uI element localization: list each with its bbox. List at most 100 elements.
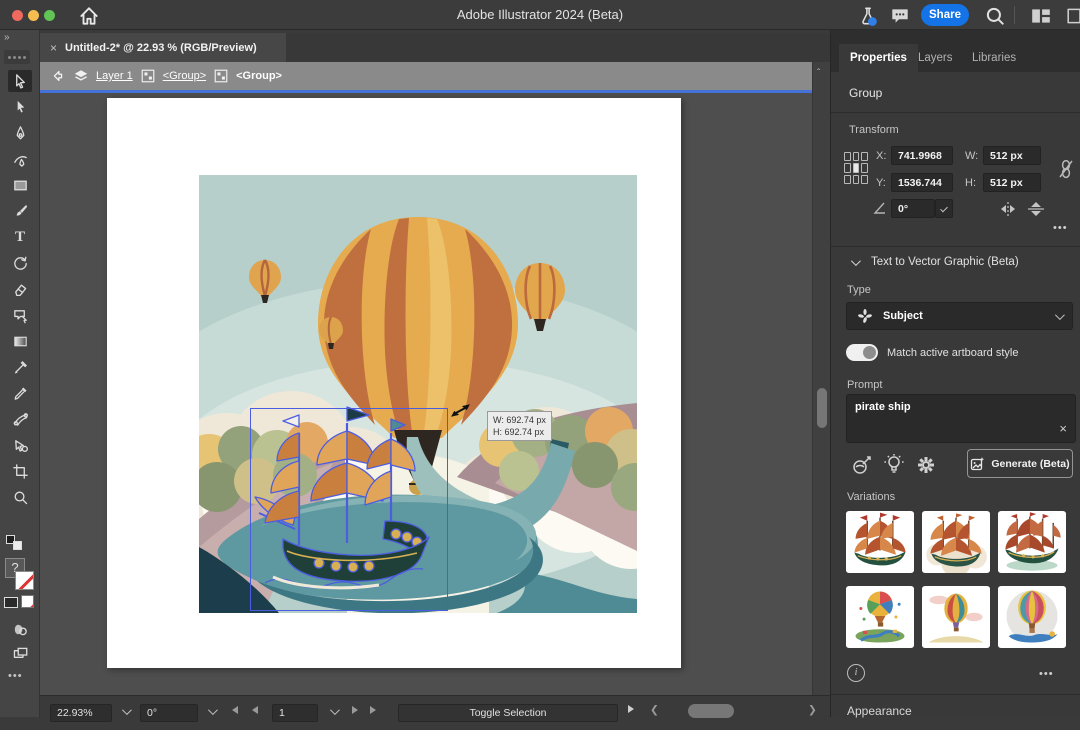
eyedropper-tool[interactable] — [8, 382, 32, 404]
generate-button[interactable]: Generate (Beta) — [967, 449, 1073, 478]
expand-panels-button[interactable]: » — [4, 32, 11, 43]
status-display-field[interactable]: Toggle Selection — [398, 704, 618, 722]
hot-air-balloon-variation-3[interactable] — [998, 586, 1066, 648]
edit-toolbar-button[interactable]: ••• — [8, 670, 23, 682]
last-artboard-button[interactable] — [370, 706, 376, 717]
artboard-tool[interactable] — [8, 460, 32, 482]
unlink-icon[interactable] — [1057, 158, 1075, 185]
pen-tool[interactable] — [8, 122, 32, 144]
status-bar: 22.93% 0° 1 Toggle Selection ❮ ❯ — [40, 695, 830, 730]
vertical-scrollbar[interactable]: ˆ — [812, 62, 830, 695]
panel-toggle-icon[interactable] — [1066, 5, 1080, 25]
breadcrumb-layer[interactable]: Layer 1 — [96, 70, 133, 82]
stroke-color-swatch-none[interactable] — [15, 571, 34, 590]
y-input[interactable]: 1536.744 — [891, 173, 953, 192]
none-color-button[interactable] — [21, 595, 34, 608]
transform-more-options[interactable]: ••• — [1053, 222, 1068, 234]
panel-tabs: Properties Layers Libraries — [831, 30, 1080, 72]
direct-selection-tool[interactable] — [8, 96, 32, 118]
artboard-number-field[interactable]: 1 — [272, 704, 318, 722]
sparkle-icon — [857, 308, 873, 324]
paintbrush-tool[interactable] — [8, 200, 32, 222]
zoom-tool[interactable] — [8, 486, 32, 508]
scroll-up-arrow[interactable]: ˆ — [817, 68, 820, 79]
toolbar-grip[interactable] — [4, 50, 30, 64]
zoom-dropdown-icon[interactable] — [122, 705, 132, 715]
reference-point-grid[interactable] — [844, 152, 868, 184]
curvature-tool[interactable] — [8, 148, 32, 170]
horizontal-scrollbar-thumb[interactable] — [688, 704, 734, 718]
flip-vertical-icon[interactable] — [1027, 201, 1045, 222]
style-picker-icon[interactable] — [849, 454, 873, 481]
canvas[interactable]: Layer 1 <Group> <Group> — [40, 62, 812, 695]
zoom-level-field[interactable]: 22.93% — [50, 704, 112, 722]
rotation-field[interactable]: 0° — [140, 704, 198, 722]
size-tooltip-height: H: 692.74 px — [493, 426, 546, 438]
pirate-ship-variation-2[interactable] — [922, 511, 990, 573]
flip-horizontal-icon[interactable] — [999, 201, 1017, 222]
status-menu-arrow[interactable] — [628, 705, 634, 716]
type-dropdown-chevron — [1055, 310, 1065, 320]
workspace-icon[interactable] — [1030, 5, 1052, 25]
previous-artboard-button[interactable] — [252, 706, 258, 717]
rotation-input[interactable]: 0° — [891, 199, 935, 218]
comments-icon[interactable] — [889, 5, 911, 25]
back-arrow-icon[interactable] — [50, 68, 66, 84]
gradient-tool[interactable] — [8, 330, 32, 352]
scroll-left-arrow[interactable]: ❮ — [650, 704, 659, 716]
document-tab-bar: × Untitled-2* @ 22.93 % (RGB/Preview) — [40, 33, 830, 62]
screen-mode-icon[interactable] — [8, 642, 32, 664]
type-tool[interactable]: T — [8, 226, 32, 248]
close-tab-icon[interactable]: × — [50, 41, 57, 55]
vertical-scrollbar-thumb[interactable] — [817, 388, 827, 428]
share-button[interactable]: Share — [921, 4, 969, 26]
lightbulb-icon[interactable] — [883, 453, 905, 482]
width-input[interactable]: 512 px — [983, 146, 1041, 165]
selection-bounding-box[interactable] — [250, 408, 448, 611]
rotation-dropdown-icon[interactable] — [208, 705, 218, 715]
section-collapse-icon[interactable] — [851, 256, 861, 266]
first-artboard-button[interactable] — [232, 706, 238, 717]
rotation-dropdown[interactable] — [935, 199, 953, 218]
eraser-tool[interactable] — [8, 278, 32, 300]
clear-prompt-icon[interactable]: × — [1059, 421, 1067, 436]
breadcrumb: Layer 1 <Group> <Group> — [40, 62, 812, 90]
transform-section-label: Transform — [849, 124, 899, 136]
variations-more-options[interactable]: ••• — [1039, 668, 1054, 680]
type-dropdown[interactable]: Subject — [846, 302, 1073, 330]
beta-flask-icon[interactable] — [857, 5, 879, 25]
properties-panel: Properties Layers Libraries Group Transf… — [830, 30, 1080, 717]
tools-panel: » T ? ••• — [0, 30, 40, 717]
prompt-input[interactable]: pirate ship × — [846, 394, 1076, 443]
shaper-tool[interactable] — [8, 304, 32, 326]
drawing-modes-icon[interactable] — [8, 618, 32, 640]
x-input[interactable]: 741.9968 — [891, 146, 953, 165]
info-icon[interactable]: i — [847, 664, 865, 682]
hot-air-balloon-variation-2[interactable] — [922, 586, 990, 648]
text-to-vector-title[interactable]: Text to Vector Graphic (Beta) — [871, 256, 1019, 268]
size-tooltip-width: W: 692.74 px — [493, 414, 546, 426]
selection-tool[interactable] — [8, 70, 32, 92]
pirate-ship-variation-1[interactable] — [846, 511, 914, 573]
scroll-right-arrow[interactable]: ❯ — [808, 704, 817, 716]
rotate-tool[interactable] — [8, 252, 32, 274]
symbol-sprayer-tool[interactable] — [8, 434, 32, 456]
match-style-toggle[interactable] — [846, 344, 878, 361]
swap-fill-stroke-icon2[interactable] — [13, 541, 22, 550]
artboard-dropdown-icon[interactable] — [330, 705, 340, 715]
height-input[interactable]: 512 px — [983, 173, 1041, 192]
tab-layers[interactable]: Layers — [907, 44, 964, 72]
document-tab[interactable]: × Untitled-2* @ 22.93 % (RGB/Preview) — [40, 33, 286, 62]
pirate-ship-variation-3[interactable] — [998, 511, 1066, 573]
gear-icon[interactable] — [915, 454, 937, 481]
hot-air-balloon-variation-1[interactable] — [846, 586, 914, 648]
search-icon[interactable] — [984, 5, 1006, 25]
color-button[interactable] — [4, 597, 18, 608]
tab-libraries[interactable]: Libraries — [961, 44, 1027, 72]
resize-cursor — [450, 400, 472, 422]
rectangle-tool[interactable] — [8, 174, 32, 196]
blend-tool[interactable] — [8, 408, 32, 430]
breadcrumb-group-1[interactable]: <Group> — [163, 70, 206, 82]
scale-tool[interactable] — [8, 356, 32, 378]
next-artboard-button[interactable] — [352, 706, 358, 717]
